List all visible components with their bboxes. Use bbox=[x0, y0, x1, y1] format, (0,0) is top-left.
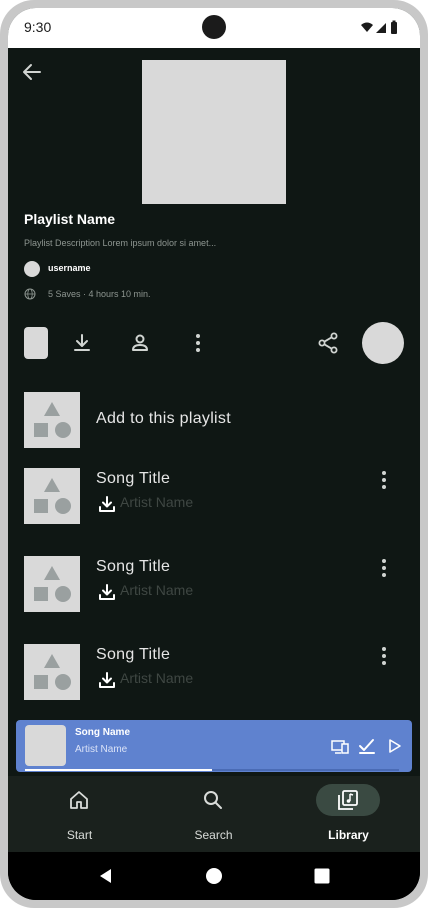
system-navigation-bar bbox=[8, 852, 420, 900]
camera-cutout bbox=[202, 15, 226, 39]
downloaded-icon bbox=[99, 672, 115, 688]
share-icon[interactable] bbox=[316, 331, 340, 355]
song-artist: Artist Name bbox=[120, 670, 194, 686]
owner-name[interactable]: username bbox=[48, 263, 91, 273]
home-icon bbox=[70, 791, 88, 809]
connect-devices-icon[interactable] bbox=[330, 736, 350, 756]
song-title[interactable]: Song Title bbox=[96, 646, 170, 664]
song-title[interactable]: Song Title bbox=[96, 470, 170, 488]
nav-item-library[interactable]: Library bbox=[280, 776, 417, 852]
song-more-icon[interactable] bbox=[372, 556, 396, 580]
song-title[interactable]: Song Title bbox=[96, 558, 170, 576]
device-frame: 9:30 Playlist Name Playlist Description … bbox=[0, 0, 428, 908]
globe-icon bbox=[24, 288, 36, 300]
nav-item-start[interactable]: Start bbox=[11, 776, 148, 852]
mini-cover-thumb[interactable] bbox=[24, 327, 48, 359]
song-artist: Artist Name bbox=[120, 582, 194, 598]
system-back-icon[interactable] bbox=[96, 866, 116, 886]
song-more-icon[interactable] bbox=[372, 468, 396, 492]
player-song-name: Song Name bbox=[75, 727, 131, 738]
song-thumb[interactable] bbox=[24, 468, 80, 524]
saved-check-icon[interactable] bbox=[357, 736, 377, 756]
search-icon bbox=[204, 791, 222, 809]
bottom-navigation: Start Search Library bbox=[8, 776, 420, 852]
nav-label-library: Library bbox=[328, 828, 369, 842]
song-thumb[interactable] bbox=[24, 556, 80, 612]
add-to-playlist-label[interactable]: Add to this playlist bbox=[96, 410, 231, 428]
player-artwork bbox=[25, 725, 66, 766]
status-time: 9:30 bbox=[24, 19, 52, 35]
play-icon[interactable] bbox=[384, 736, 404, 756]
nav-label-search: Search bbox=[194, 828, 233, 842]
status-icons bbox=[361, 20, 397, 34]
mini-player[interactable]: Song Name Artist Name bbox=[16, 720, 412, 772]
placeholder-shapes-icon bbox=[34, 478, 71, 514]
placeholder-shapes-icon bbox=[34, 566, 71, 602]
download-icon[interactable] bbox=[70, 331, 94, 355]
add-to-playlist-thumb[interactable] bbox=[24, 392, 80, 448]
playlist-title: Playlist Name bbox=[24, 211, 116, 227]
placeholder-shapes-icon bbox=[34, 654, 71, 690]
song-more-icon[interactable] bbox=[372, 644, 396, 668]
add-collaborator-icon[interactable] bbox=[128, 331, 152, 355]
play-button[interactable] bbox=[362, 322, 404, 364]
player-artist-name: Artist Name bbox=[75, 744, 128, 755]
song-artist: Artist Name bbox=[120, 494, 194, 510]
playback-progress-fill bbox=[25, 769, 212, 771]
system-recents-icon[interactable] bbox=[312, 866, 332, 886]
system-home-icon[interactable] bbox=[204, 866, 224, 886]
downloaded-icon bbox=[99, 584, 115, 600]
downloaded-icon bbox=[99, 496, 115, 512]
app-screen: 9:30 Playlist Name Playlist Description … bbox=[8, 8, 420, 900]
nav-item-search[interactable]: Search bbox=[145, 776, 282, 852]
saves-info: 5 Saves · 4 hours 10 min. bbox=[48, 289, 151, 299]
placeholder-shapes-icon bbox=[34, 402, 71, 438]
playlist-description: Playlist Description Lorem ipsum dolor s… bbox=[24, 238, 217, 248]
song-thumb[interactable] bbox=[24, 644, 80, 700]
owner-avatar[interactable] bbox=[24, 261, 40, 277]
status-bar: 9:30 bbox=[8, 8, 420, 48]
library-icon bbox=[338, 790, 358, 810]
playback-progress-bar[interactable] bbox=[25, 769, 399, 771]
back-arrow-icon[interactable] bbox=[20, 60, 44, 84]
playlist-cover bbox=[142, 60, 286, 204]
nav-label-start: Start bbox=[66, 828, 93, 842]
more-options-icon[interactable] bbox=[186, 331, 210, 355]
